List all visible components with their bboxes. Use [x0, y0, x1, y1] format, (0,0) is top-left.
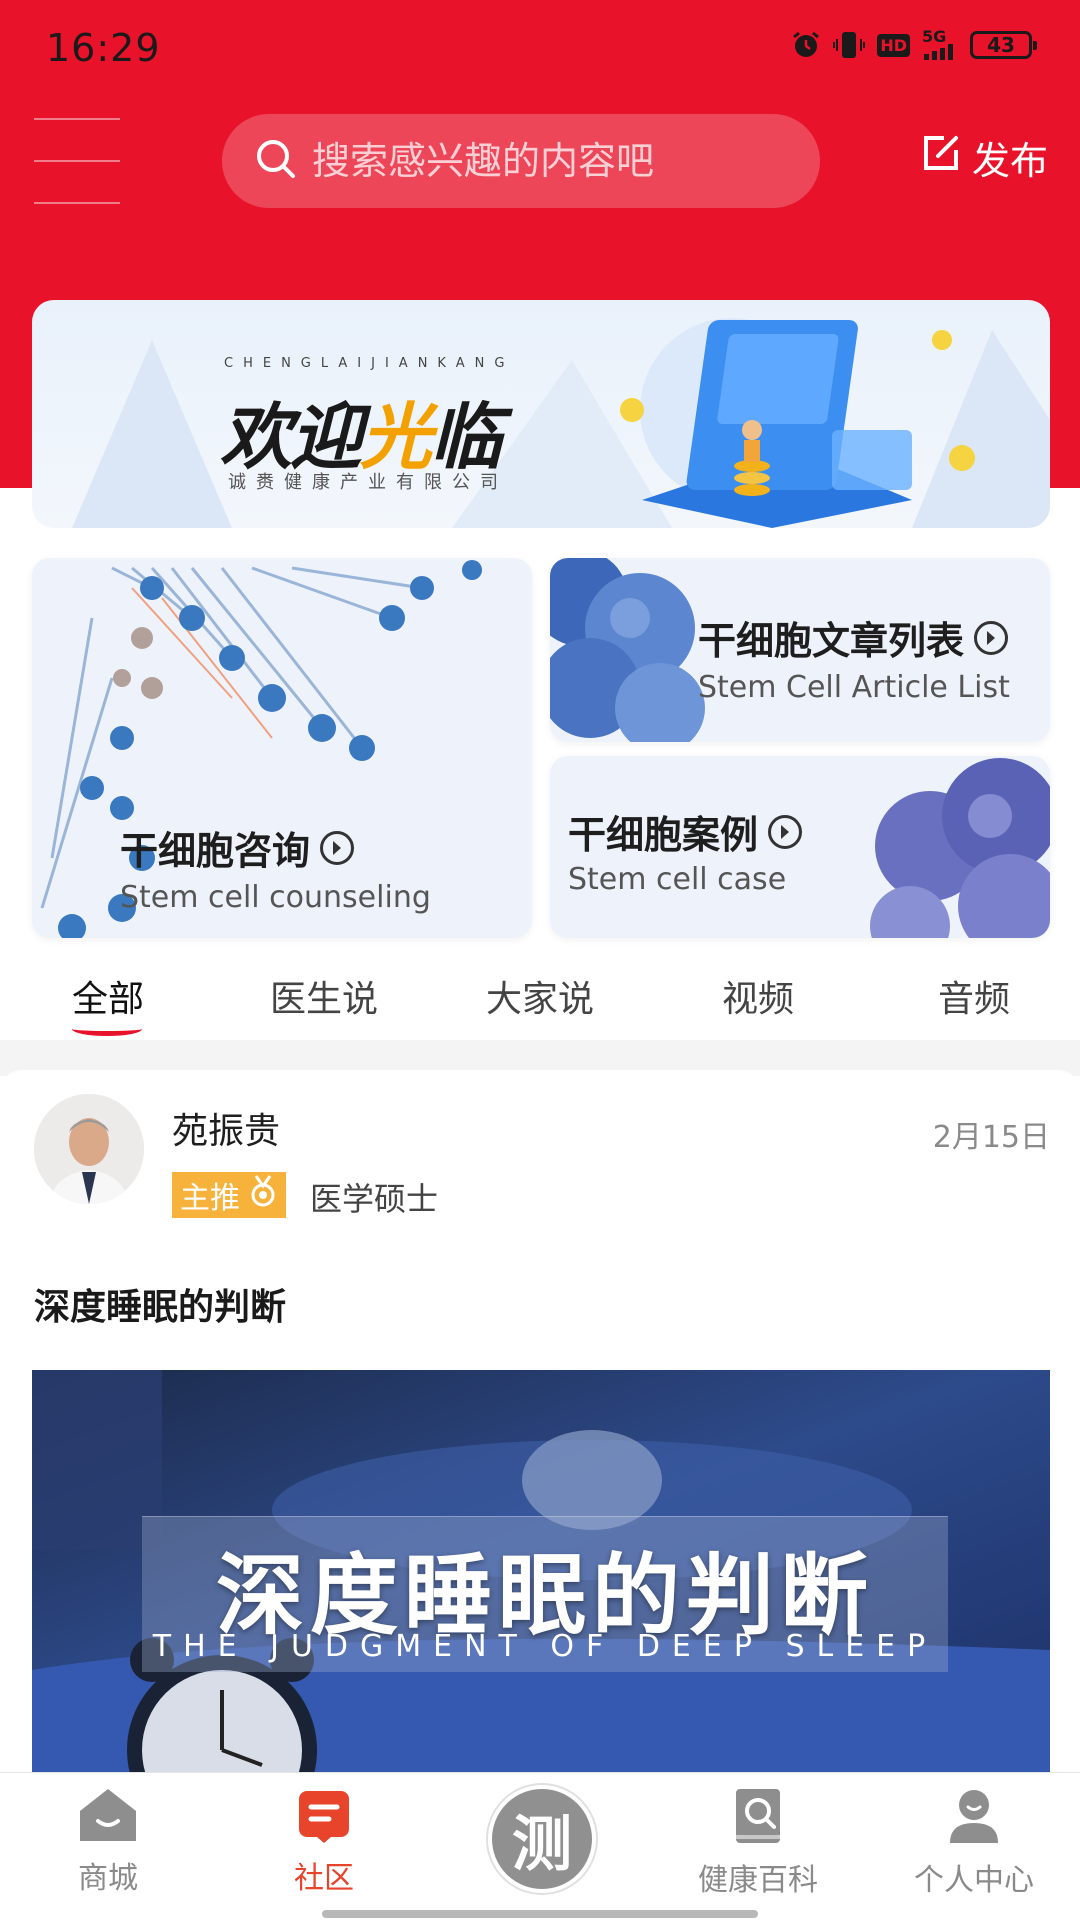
nav-profile[interactable]: 个人中心: [874, 1787, 1074, 1899]
menu-line: [34, 118, 120, 120]
cell-cluster-illustration: [870, 758, 1050, 938]
menu-line: [34, 160, 120, 162]
cell-cluster-illustration: [550, 558, 705, 742]
search-icon: [254, 137, 298, 185]
card-counseling-title: 干细胞咨询: [120, 820, 355, 875]
tab-video[interactable]: 视频: [722, 970, 794, 1022]
post-cover-image[interactable]: 深度睡眠的判断 THE JUDGMENT OF DEEP SLEEP: [32, 1370, 1050, 1780]
post-date: 2月15日: [932, 1120, 1050, 1155]
test-button[interactable]: 测: [488, 1785, 596, 1893]
medal-icon: [248, 1174, 278, 1216]
network-label: 5G: [922, 27, 947, 46]
nav-profile-label: 个人中心: [914, 1863, 1034, 1898]
banner-subtitle-en: CHENGLAIJIANKANG: [224, 356, 515, 371]
tab-audio[interactable]: 音频: [938, 970, 1010, 1022]
card-case-subtitle: Stem cell case: [568, 862, 787, 897]
publish-button[interactable]: 发布: [922, 130, 1048, 185]
status-bar: 16:29 HD 5G 43: [0, 0, 1080, 96]
tab-all[interactable]: 全部: [72, 970, 144, 1022]
menu-line: [34, 202, 120, 204]
card-article-list-title: 干细胞文章列表: [698, 610, 1009, 665]
profile-icon: [946, 1787, 1002, 1849]
tab-doctor-says[interactable]: 医生说: [270, 970, 378, 1022]
search-input[interactable]: [312, 139, 792, 183]
tab-active-indicator: [72, 1022, 142, 1036]
vibrate-icon: [833, 30, 866, 60]
nav-community[interactable]: 社区: [224, 1787, 424, 1897]
menu-button[interactable]: [34, 118, 120, 204]
hd-badge: HD: [877, 33, 910, 57]
banner-illustration: [72, 318, 1050, 528]
banner-title-part1: 欢迎: [220, 394, 362, 479]
encyclopedia-icon: [730, 1787, 786, 1849]
status-icons: HD 5G 43: [791, 27, 1037, 60]
recommend-badge-text: 主推: [180, 1181, 240, 1216]
alarm-icon: [791, 30, 821, 60]
signal-icon: 5G: [922, 27, 958, 60]
banner-title-highlight: 光: [360, 394, 432, 479]
recommend-badge: 主推: [172, 1172, 286, 1218]
home-icon: [78, 1787, 138, 1847]
battery-indicator: 43: [970, 31, 1037, 59]
status-time: 16:29: [46, 26, 161, 70]
post-title[interactable]: 深度睡眠的判断: [34, 1278, 286, 1330]
card-stem-cell-article-list[interactable]: 干细胞文章列表 Stem Cell Article List: [550, 558, 1050, 742]
card-article-list-subtitle: Stem Cell Article List: [698, 670, 1010, 705]
tab-everyone-says[interactable]: 大家说: [486, 970, 594, 1022]
edit-icon: [922, 134, 960, 181]
nav-community-label: 社区: [294, 1861, 354, 1896]
category-tabs: 全部 医生说 大家说 视频 音频: [0, 960, 1080, 1040]
nav-mall[interactable]: 商城: [8, 1787, 208, 1897]
banner-title-part3: 临: [430, 394, 502, 479]
search-box[interactable]: [222, 114, 820, 208]
community-icon: [297, 1787, 351, 1847]
nav-encyclopedia-label: 健康百科: [698, 1863, 818, 1898]
card-case-title-text: 干细胞案例: [568, 813, 759, 857]
banner-company: 诚赉健康产业有限公司: [228, 472, 508, 493]
avatar[interactable]: [34, 1094, 144, 1204]
author-name[interactable]: 苑振贵: [172, 1102, 280, 1154]
arrow-right-icon: [974, 620, 1009, 655]
image-subtitle: THE JUDGMENT OF DEEP SLEEP: [152, 1629, 938, 1664]
welcome-banner[interactable]: CHENGLAIJIANKANG 欢迎光临 诚赉健康产业有限公司: [32, 300, 1050, 528]
card-counseling-subtitle: Stem cell counseling: [120, 880, 431, 915]
bottom-navigation: 商城 社区 测 健康百科 个人中心: [0, 1772, 1080, 1920]
post-card[interactable]: 苑振贵 2月15日 主推 医学硕士 深度睡眠的判断 深度睡眠的判断 THE JU…: [0, 1070, 1080, 1780]
arrow-right-icon: [768, 814, 803, 849]
card-stem-cell-case[interactable]: 干细胞案例 Stem cell case: [550, 756, 1050, 938]
card-counseling-title-text: 干细胞咨询: [120, 829, 311, 873]
nav-encyclopedia[interactable]: 健康百科: [658, 1787, 858, 1899]
nav-mall-label: 商城: [78, 1861, 138, 1896]
author-title: 医学硕士: [310, 1180, 439, 1218]
arrow-right-icon: [320, 830, 355, 865]
publish-label: 发布: [971, 139, 1048, 183]
card-article-list-title-text: 干细胞文章列表: [698, 619, 965, 663]
image-caption-overlay: 深度睡眠的判断 THE JUDGMENT OF DEEP SLEEP: [142, 1516, 948, 1672]
card-case-title: 干细胞案例: [568, 804, 803, 859]
card-stem-cell-counseling[interactable]: 干细胞咨询 Stem cell counseling: [32, 558, 532, 938]
home-indicator[interactable]: [322, 1910, 758, 1918]
